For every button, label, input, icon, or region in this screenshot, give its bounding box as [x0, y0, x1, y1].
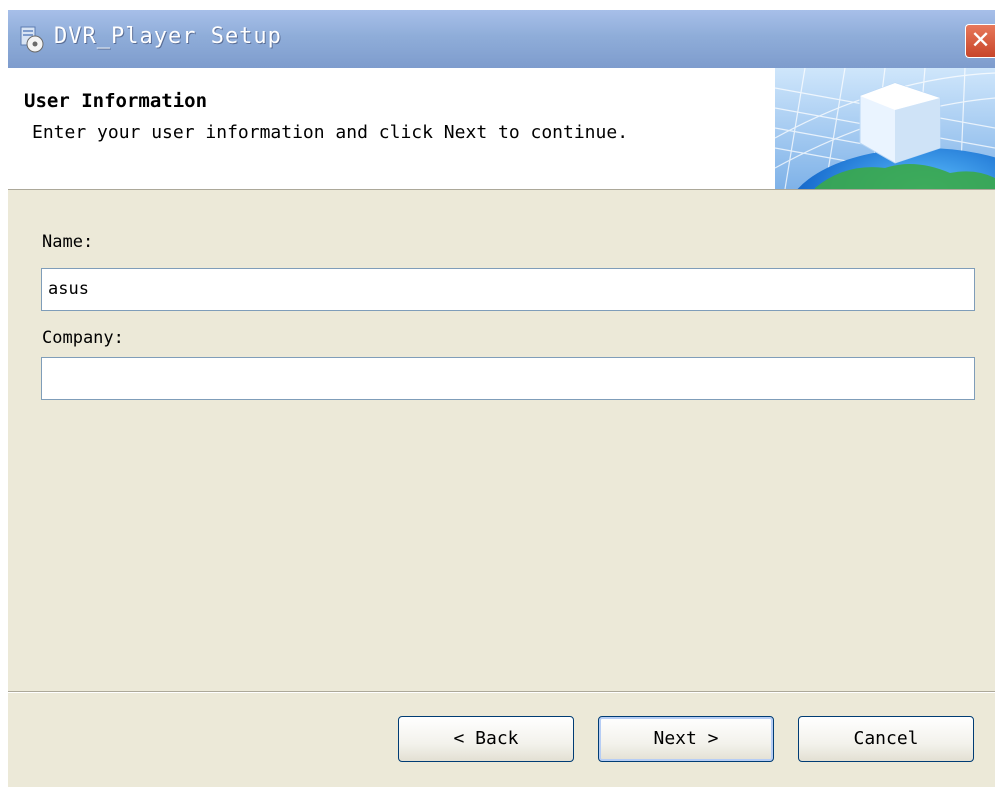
company-label: Company: — [42, 328, 124, 348]
page-title: User Information — [24, 90, 208, 112]
setup-window: DVR_Player Setup ✕ User Information Ente… — [8, 10, 995, 787]
back-button-label: < Back — [453, 728, 519, 749]
close-icon: ✕ — [970, 26, 991, 54]
page-subtitle: Enter your user information and click Ne… — [32, 122, 629, 143]
footer-divider — [8, 691, 995, 693]
cancel-button-label: Cancel — [853, 728, 919, 749]
back-button[interactable]: < Back — [398, 716, 574, 762]
close-button[interactable]: ✕ — [965, 24, 995, 58]
next-button[interactable]: Next > — [598, 716, 774, 762]
setup-disc-icon — [20, 26, 44, 53]
next-button-label: Next > — [653, 728, 719, 749]
window-title: DVR_Player Setup — [54, 24, 282, 49]
title-bar[interactable]: DVR_Player Setup ✕ — [8, 10, 995, 68]
header-band: User Information Enter your user informa… — [8, 68, 995, 190]
name-label: Name: — [42, 232, 94, 252]
globe-cube-banner-icon — [775, 68, 995, 189]
cancel-button[interactable]: Cancel — [798, 716, 974, 762]
company-input[interactable] — [41, 357, 975, 400]
name-input[interactable]: asus — [41, 268, 975, 311]
